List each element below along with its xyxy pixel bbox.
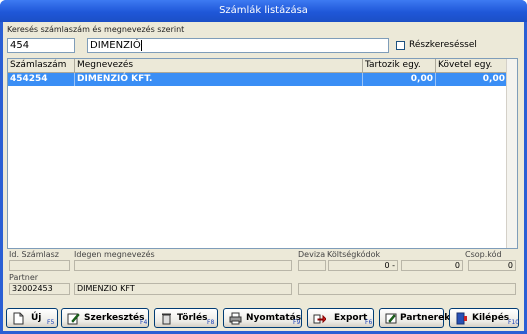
cell-kovetel: 0,00: [436, 73, 508, 86]
printer-icon: [229, 312, 242, 325]
text-caret: [140, 39, 142, 51]
new-button-key: F5: [47, 319, 55, 326]
exit-button-key: F10: [508, 319, 520, 326]
column-header-tartozik[interactable]: Tartozik egy.: [363, 59, 436, 72]
cost-codes-label: Költségkódok: [327, 250, 381, 259]
exit-button-label: Kilépés: [472, 313, 510, 323]
group-code-field: 0: [468, 260, 516, 271]
column-header-kovetel[interactable]: Követel egy.: [436, 59, 508, 72]
new-button[interactable]: Új F5: [6, 308, 58, 328]
new-button-label: Új: [31, 313, 42, 323]
id-label: Id. Számlasz: [9, 250, 59, 259]
accounts-grid[interactable]: Számlaszám Megnevezés Tartozik egy. Köve…: [7, 58, 518, 249]
foreign-name-field: [74, 260, 292, 271]
cell-megnevezes: DIMENZIÓ KFT.: [75, 73, 363, 86]
edit-button-key: F4: [140, 319, 148, 326]
export-button[interactable]: Export F6: [307, 308, 374, 328]
new-document-icon: [13, 312, 24, 325]
delete-button[interactable]: Törlés F8: [154, 308, 218, 328]
group-code-label: Csop.kód: [465, 250, 502, 259]
grid-header: Számlaszám Megnevezés Tartozik egy. Köve…: [8, 59, 508, 73]
currency-field: [298, 260, 326, 271]
print-button-key: F9: [293, 319, 301, 326]
cell-tartozik: 0,00: [363, 73, 436, 86]
partners-button-label: Partnerek: [400, 313, 451, 323]
edit-icon: [67, 313, 80, 325]
partner-extra-field: [298, 283, 516, 295]
cell-szamlaszam: 454254: [8, 73, 75, 86]
exit-door-icon: [456, 312, 467, 325]
trash-icon: [162, 313, 171, 325]
delete-button-label: Törlés: [177, 313, 208, 323]
export-arrow-icon: [313, 314, 326, 324]
delete-button-key: F8: [207, 319, 215, 326]
search-name-value: DIMENZIÓ: [90, 40, 141, 51]
partner-label: Partner: [9, 273, 39, 282]
search-code-input[interactable]: 454: [7, 38, 75, 53]
foreign-name-label: Idegen megnevezés: [74, 250, 155, 259]
column-header-megnevezes[interactable]: Megnevezés: [75, 59, 363, 72]
currency-label: Deviza: [298, 250, 326, 259]
print-button[interactable]: Nyomtatás F9: [223, 308, 302, 328]
app-window: Számlák listázása Keresés számlaszám és …: [0, 0, 527, 334]
column-header-szamlaszam[interactable]: Számlaszám: [8, 59, 75, 72]
export-button-key: F6: [365, 319, 373, 326]
partner-code-field: 32002453: [9, 283, 70, 295]
partial-search-label: Részkereséssel: [409, 40, 477, 50]
window-client-area: Keresés számlaszám és megnevezés szerint…: [3, 22, 524, 331]
export-button-label: Export: [334, 313, 368, 323]
edit-button-label: Szerkesztés: [84, 313, 145, 323]
grid-vertical-scrollbar[interactable]: [506, 59, 517, 248]
cost-code-right-field: 0: [401, 260, 463, 271]
search-label: Keresés számlaszám és megnevezés szerint: [7, 25, 185, 34]
partial-search-checkbox[interactable]: [396, 41, 405, 50]
search-name-input[interactable]: DIMENZIÓ: [87, 38, 389, 53]
window-title: Számlák listázása: [0, 0, 527, 22]
partner-name-field: DIMENZIO KFT: [74, 283, 292, 295]
table-row[interactable]: 454254 DIMENZIÓ KFT. 0,00 0,00: [8, 73, 508, 86]
partners-icon: [385, 313, 397, 324]
id-field: [9, 260, 70, 271]
cost-code-left-field: 0 -: [328, 260, 398, 271]
exit-button[interactable]: Kilépés F10: [449, 308, 519, 328]
edit-button[interactable]: Szerkesztés F4: [61, 308, 149, 328]
partners-button[interactable]: Partnerek: [379, 308, 450, 328]
